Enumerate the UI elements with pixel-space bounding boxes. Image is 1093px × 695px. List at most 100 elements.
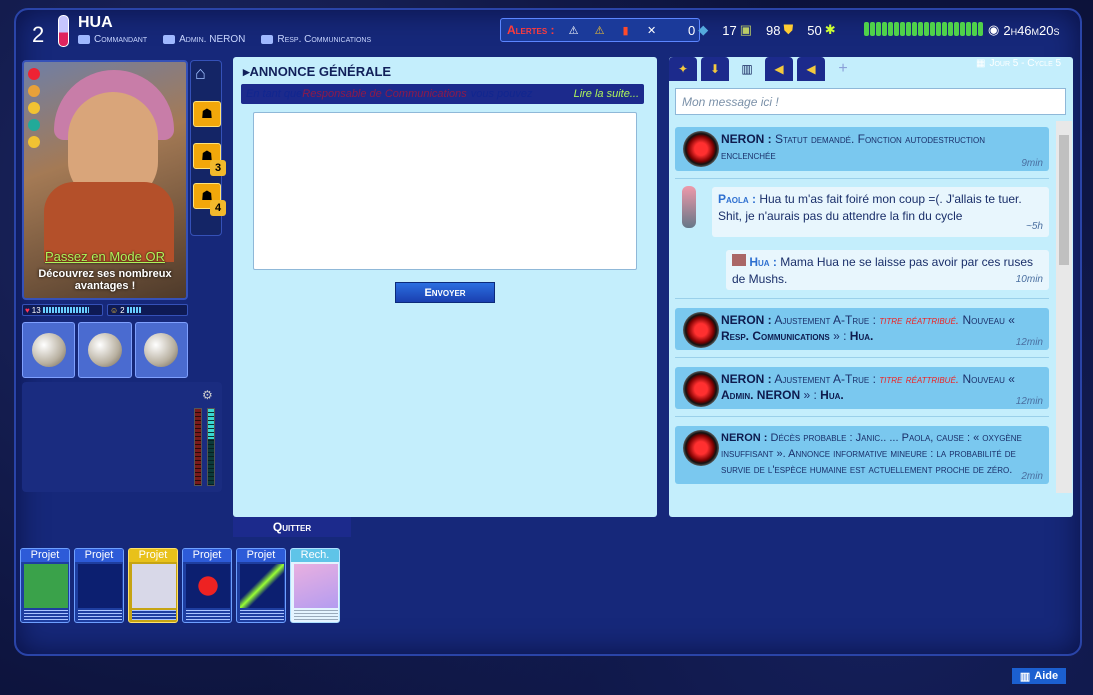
crew-member-icon — [900, 22, 905, 36]
pm-gauge — [207, 408, 215, 486]
crew-member-icon — [924, 22, 929, 36]
research-card[interactable]: Rech. — [290, 548, 340, 623]
health-fill — [42, 307, 89, 313]
grenade-icon — [144, 333, 179, 367]
smile-icon — [28, 102, 40, 114]
crew-icons — [864, 22, 983, 36]
skills-column: ⌂ ☗ ☗ 3 ☗ 4 — [190, 60, 226, 236]
bag-icon — [28, 85, 40, 97]
speaker-icon: ◀ — [774, 62, 784, 76]
chat-tabs: ✦ ⬇ ▥ ◀ ◀ + — [669, 57, 857, 81]
cycle-indicator: ▦ Jour 5 - Cycle 5 — [976, 58, 1062, 69]
tab-favorites[interactable]: ⬇ — [701, 57, 729, 81]
tab-logbook[interactable]: ▥ — [733, 57, 761, 81]
book-icon: ▥ — [1019, 670, 1031, 683]
top-bar: 2 HUA Commandant Admin. NERON Resp. Comm… — [18, 12, 1080, 50]
info-c: vous pouvez — [470, 88, 533, 100]
fire-alert-icon[interactable]: ▮ — [619, 23, 633, 37]
happy-icon — [28, 136, 40, 148]
inventory-slot[interactable] — [78, 322, 132, 378]
title-icon — [261, 35, 274, 44]
crew-member-icon — [960, 22, 965, 36]
divider — [675, 416, 1049, 417]
hua-avatar — [732, 254, 746, 266]
message-time: 12min — [1015, 337, 1043, 348]
crystal-icon: ◆ — [698, 22, 709, 37]
clock-icon: ◉ — [988, 22, 1000, 37]
speaker-icon: ◀ — [806, 62, 816, 76]
vial-icon — [58, 15, 69, 47]
rocket-icon[interactable]: ⌂ — [195, 63, 206, 84]
timer: ◉ 2h46m20s — [988, 22, 1060, 38]
inventory-slot[interactable] — [22, 322, 76, 378]
room-panel — [22, 382, 222, 492]
neron-avatar — [683, 371, 719, 407]
scroll-thumb[interactable] — [1059, 135, 1069, 265]
player-name: HUA — [78, 14, 113, 31]
help-button[interactable]: ▥ Aide — [1012, 668, 1066, 684]
grenade-icon — [87, 333, 122, 367]
announcement-info: En tant que Responsable de Communication… — [241, 84, 644, 104]
tab-channel-1[interactable]: ◀ — [765, 57, 793, 81]
project-card[interactable]: Projet — [236, 548, 286, 623]
neron-avatar — [683, 131, 719, 167]
message-hua: Hua : Mama Hua ne se laisse pas avoir pa… — [726, 250, 1049, 290]
message-time: ~5h — [1026, 221, 1043, 232]
gold-mode-link[interactable]: Passez en Mode OR — [24, 249, 186, 264]
divider — [675, 178, 1049, 179]
stat-a: 0 ◆ — [688, 22, 709, 38]
bug-icon: ☗ — [201, 106, 213, 121]
broken-alert-icon[interactable]: ✕ — [645, 23, 659, 37]
warning-alert-icon[interactable]: ⚠ — [593, 23, 607, 37]
quit-button[interactable]: Quitter — [233, 517, 351, 537]
gear-icon: ⚙ — [202, 388, 213, 402]
message-time: 12min — [1015, 396, 1043, 407]
project-card[interactable]: Projet — [128, 548, 178, 623]
cap-icon — [28, 119, 40, 131]
inventory-slot[interactable] — [134, 322, 188, 378]
player-titles: Commandant Admin. NERON Resp. Communicat… — [78, 34, 371, 45]
skill-slot-2[interactable]: ☗ 3 — [193, 143, 226, 176]
bug-icon: ✱ — [824, 22, 836, 37]
heart-icon: ♥ — [25, 305, 30, 315]
grenade-icon — [31, 333, 66, 367]
shield-icon: ⛊ — [783, 22, 794, 37]
message-input[interactable]: Mon message ici ! — [675, 88, 1066, 115]
message-neron: NERON : Décès probable : Janic.. ... Pao… — [675, 426, 1049, 484]
tab-tips[interactable]: ✦ — [669, 57, 697, 81]
vital-bars: ♥ 13 ☺ 2 — [22, 304, 188, 318]
skill-slot-1[interactable]: ☗ — [193, 101, 221, 127]
calendar-icon: ▦ — [976, 58, 986, 69]
send-button[interactable]: Envoyer — [395, 282, 495, 303]
tab-add[interactable]: + — [829, 57, 857, 81]
crew-member-icon — [882, 22, 887, 36]
project-card[interactable]: Projet — [74, 548, 124, 623]
announcement-panel: ▸ANNONCE GÉNÉRALE En tant que Responsabl… — [233, 57, 657, 517]
crew-member-icon — [918, 22, 923, 36]
crew-member-icon — [936, 22, 941, 36]
message-time: 10min — [1015, 274, 1043, 285]
tab-channel-2[interactable]: ◀ — [797, 57, 825, 81]
crew-member-icon — [966, 22, 971, 36]
divider — [675, 357, 1049, 358]
alerts-label: Alertes : — [507, 23, 555, 37]
message-neron: NERON : Ajustement A-True : titre réattr… — [675, 367, 1049, 409]
chat-scrollbar[interactable] — [1056, 121, 1072, 493]
title-icon — [163, 35, 176, 44]
lock-icon: 4 — [210, 200, 226, 216]
bulb-icon: ✦ — [677, 62, 689, 76]
crate-icon: ▣ — [739, 22, 752, 37]
announcement-textarea[interactable] — [253, 112, 637, 270]
info-a: En tant que — [246, 88, 303, 100]
apple-icon — [28, 68, 40, 80]
hull-alert-icon[interactable]: ⚠ — [567, 23, 581, 37]
project-card[interactable]: Projet — [182, 548, 232, 623]
crew-member-icon — [930, 22, 935, 36]
project-card[interactable]: Projet — [20, 548, 70, 623]
title-icon — [78, 35, 90, 44]
skill-slot-3[interactable]: ☗ 4 — [193, 183, 226, 216]
message-neron: NERON : Ajustement A-True : titre réattr… — [675, 308, 1049, 350]
alerts-bar[interactable]: Alertes : ⚠ ⚠ ▮ ✕ — [500, 18, 700, 42]
character-portrait[interactable]: Passez en Mode OR Découvrez ses nombreux… — [22, 60, 188, 300]
read-more-link[interactable]: Lire la suite... — [574, 88, 639, 100]
